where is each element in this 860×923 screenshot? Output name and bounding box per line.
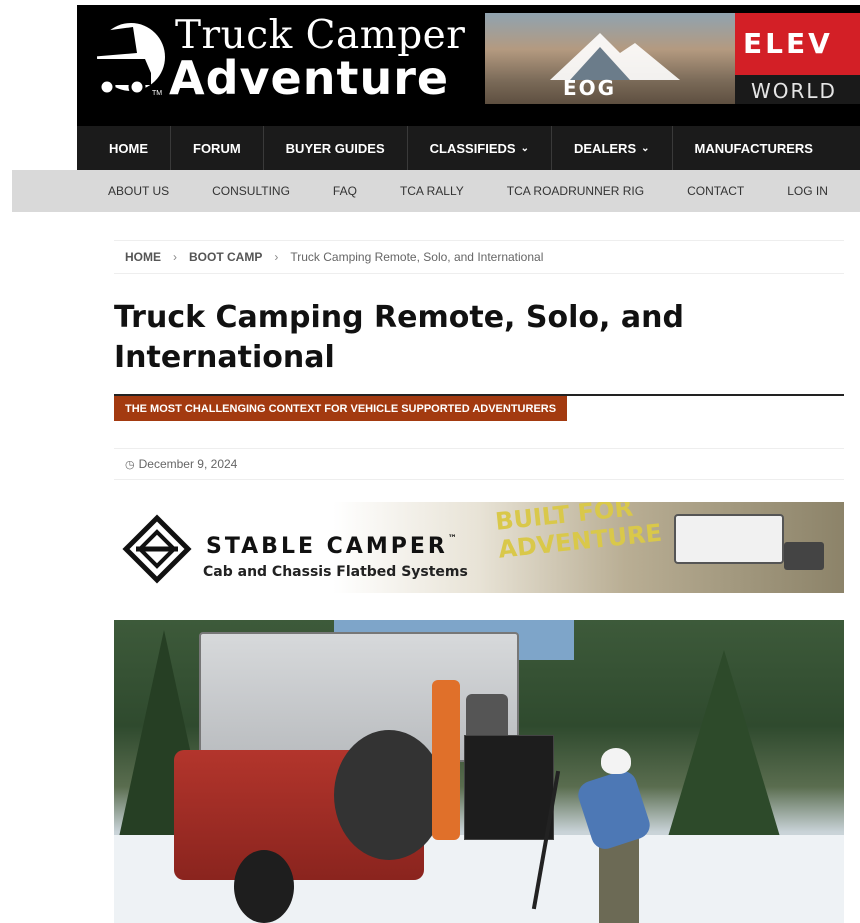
clock-icon: ◷ bbox=[125, 458, 135, 471]
subnav-item-log-in[interactable]: LOG IN bbox=[787, 184, 828, 198]
header-bar: TM Truck Camper Adventure EOG ELEV WORLD bbox=[77, 5, 860, 126]
breadcrumb-separator: › bbox=[274, 250, 279, 264]
hero-person-legs bbox=[599, 838, 639, 923]
banner-elevate-text: ELEV bbox=[743, 27, 833, 60]
hero-truck-wheel bbox=[234, 850, 294, 923]
hero-storage-box bbox=[464, 735, 554, 840]
article-subtitle-badge: THE MOST CHALLENGING CONTEXT FOR VEHICLE… bbox=[114, 396, 568, 421]
banner-world-text: WORLD bbox=[751, 79, 837, 103]
nav-item-label: HOME bbox=[109, 140, 148, 156]
stable-camper-tagline: Cab and Chassis Flatbed Systems bbox=[203, 564, 468, 580]
nav-item-label: CLASSIFIEDS bbox=[429, 140, 516, 156]
nav-item-buyer-guides[interactable]: BUYER GUIDES bbox=[264, 126, 408, 170]
hero-tree bbox=[664, 650, 784, 850]
nav-item-label: FORUM bbox=[193, 140, 241, 156]
article-hero-image[interactable] bbox=[114, 620, 844, 923]
nav-item-classifieds[interactable]: CLASSIFIEDS ⌄ bbox=[408, 126, 552, 170]
subnav-item-about-us[interactable]: ABOUT US bbox=[108, 184, 169, 198]
chevron-down-icon: ⌄ bbox=[641, 142, 650, 154]
article-date: December 9, 2024 bbox=[138, 457, 238, 471]
nav-item-label: MANUFACTURERS bbox=[694, 140, 813, 156]
breadcrumb-current: Truck Camping Remote, Solo, and Internat… bbox=[290, 250, 544, 264]
nav-item-dealers[interactable]: DEALERS ⌄ bbox=[552, 126, 673, 170]
hero-recovery-track bbox=[432, 680, 460, 840]
truck-camper-logo-icon[interactable] bbox=[85, 13, 165, 101]
breadcrumb-section-link[interactable]: BOOT CAMP bbox=[189, 250, 262, 264]
main-nav: HOME FORUM BUYER GUIDES CLASSIFIEDS ⌄ DE… bbox=[77, 126, 860, 170]
breadcrumb-home-link[interactable]: HOME bbox=[125, 250, 161, 264]
subnav-item-tca-rally[interactable]: TCA RALLY bbox=[400, 184, 464, 198]
nav-item-label: BUYER GUIDES bbox=[285, 140, 385, 156]
article-title: Truck Camping Remote, Solo, and Internat… bbox=[114, 300, 684, 375]
nav-item-forum[interactable]: FORUM bbox=[171, 126, 264, 170]
article-meta: ◷ December 9, 2024 bbox=[114, 448, 844, 480]
site-header: TM Truck Camper Adventure EOG ELEV WORLD bbox=[0, 0, 860, 126]
nav-item-label: DEALERS bbox=[574, 140, 637, 156]
breadcrumb: HOME › BOOT CAMP › Truck Camping Remote,… bbox=[114, 240, 844, 274]
nav-item-home[interactable]: HOME bbox=[77, 126, 171, 170]
sub-nav: ABOUT US CONSULTING FAQ TCA RALLY TCA RO… bbox=[12, 170, 860, 212]
logo-tm: TM bbox=[152, 90, 163, 97]
built-for-adventure-text: BUILT FOR ADVENTURE bbox=[494, 502, 663, 564]
stable-camper-brand: STABLE CAMPER™ bbox=[206, 534, 460, 559]
nav-item-manufacturers[interactable]: MANUFACTURERS bbox=[673, 126, 835, 170]
ad-camper-image bbox=[674, 514, 784, 564]
hero-person-head bbox=[601, 748, 631, 774]
subnav-item-contact[interactable]: CONTACT bbox=[687, 184, 744, 198]
subnav-item-faq[interactable]: FAQ bbox=[333, 184, 357, 198]
subnav-item-consulting[interactable]: CONSULTING bbox=[212, 184, 290, 198]
stable-camper-brand-text: STABLE CAMPER bbox=[206, 534, 448, 559]
logo-title-line2[interactable]: Adventure bbox=[169, 51, 449, 105]
chevron-down-icon: ⌄ bbox=[520, 142, 529, 154]
stable-camper-tm: ™ bbox=[447, 534, 460, 544]
subnav-item-tca-roadrunner-rig[interactable]: TCA ROADRUNNER RIG bbox=[507, 184, 644, 198]
breadcrumb-separator: › bbox=[173, 250, 177, 264]
hero-spare-tire bbox=[334, 730, 444, 860]
ad-truck-cab-image bbox=[784, 542, 824, 570]
banner-eog-text: EOG bbox=[563, 76, 617, 100]
header-banner-ad[interactable]: EOG ELEV WORLD bbox=[485, 13, 860, 104]
stable-camper-ad[interactable]: STABLE CAMPER™ Cab and Chassis Flatbed S… bbox=[114, 502, 844, 593]
stable-camper-logo-icon bbox=[122, 514, 192, 584]
